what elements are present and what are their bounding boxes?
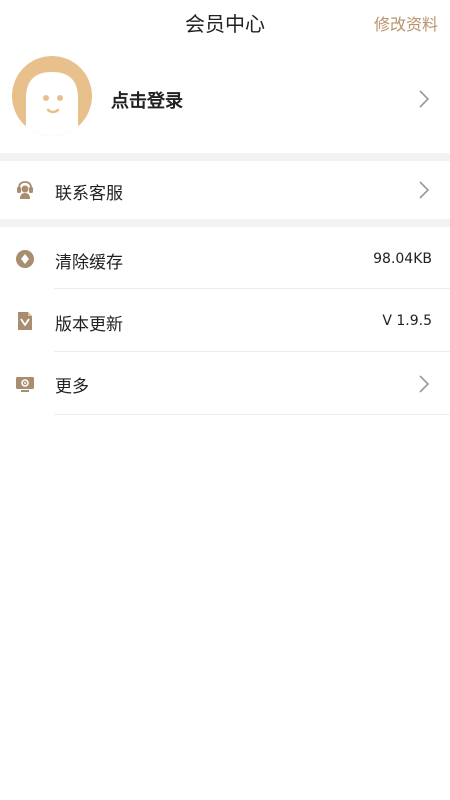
settings-screen-icon [16, 377, 34, 392]
edit-profile-link[interactable]: 修改资料 [374, 11, 438, 35]
chevron-right-icon [419, 181, 430, 199]
clear-cache-row[interactable]: 清除缓存 98.04KB [0, 227, 450, 289]
more-label: 更多 [55, 377, 89, 397]
chevron-right-icon [419, 375, 430, 393]
row-divider [54, 288, 450, 289]
row-divider [54, 414, 450, 415]
version-update-row[interactable]: 版本更新 V 1.9.5 [0, 290, 450, 352]
more-row[interactable]: 更多 [0, 353, 450, 415]
section-divider [0, 153, 450, 161]
coin-icon [16, 250, 34, 268]
section-divider [0, 219, 450, 227]
row-divider [54, 351, 450, 352]
clear-cache-label: 清除缓存 [55, 253, 123, 273]
login-row[interactable]: 点击登录 [0, 44, 450, 154]
chevron-right-icon [419, 90, 430, 108]
update-icon [18, 312, 32, 330]
cache-size-value: 98.04KB [373, 251, 432, 267]
contact-service-row[interactable]: 联系客服 [0, 161, 450, 219]
version-update-label: 版本更新 [55, 315, 123, 335]
login-label: 点击登录 [111, 91, 183, 112]
ghost-avatar-icon [26, 72, 78, 136]
avatar [12, 56, 92, 136]
header-bar: 会员中心 修改资料 [0, 0, 450, 44]
version-value: V 1.9.5 [382, 313, 432, 329]
customer-service-icon [17, 181, 33, 199]
contact-service-label: 联系客服 [55, 184, 123, 204]
